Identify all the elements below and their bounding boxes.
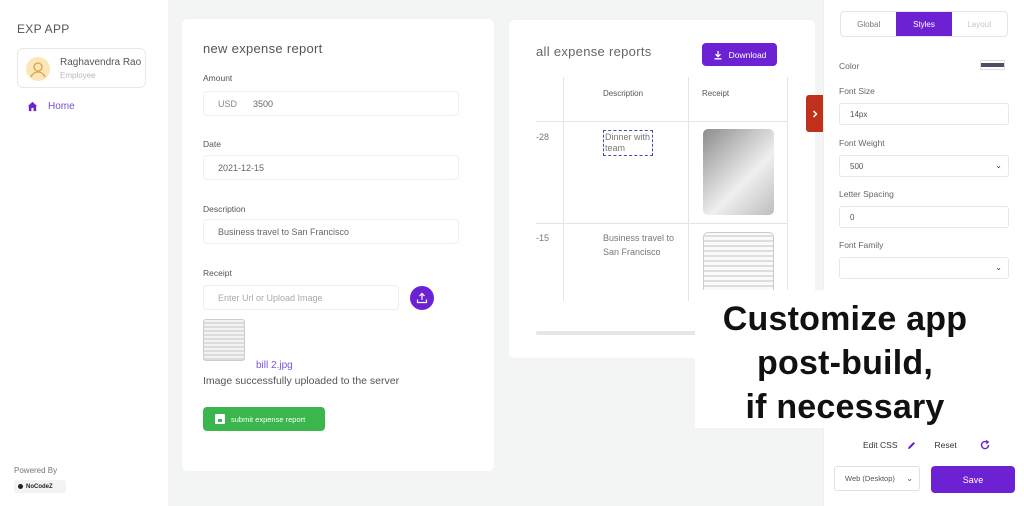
sidebar-item-home[interactable]: Home: [27, 101, 75, 112]
submit-expense-button[interactable]: submit expense report: [203, 407, 325, 431]
sidebar-item-label: Home: [48, 101, 75, 112]
letter-spacing-label: Letter Spacing: [839, 189, 894, 199]
caption-text: Customize app post-build, if necessary: [695, 297, 995, 429]
upload-icon: [416, 292, 428, 304]
font-size-label: Font Size: [839, 86, 875, 96]
receipt-image[interactable]: [703, 129, 774, 215]
color-swatch[interactable]: [980, 60, 1005, 70]
brand-name: NoCodeZ: [26, 483, 53, 490]
table-cell-description-selected[interactable]: Dinner with team: [603, 130, 653, 156]
receipt-image[interactable]: [703, 232, 774, 292]
avatar: [26, 57, 50, 81]
font-weight-label: Font Weight: [839, 138, 885, 148]
sidebar: EXP APP Raghavendra Rao Employee Home Po…: [0, 0, 168, 506]
amount-label: Amount: [203, 73, 233, 83]
user-role: Employee: [60, 71, 96, 80]
description-field[interactable]: Business travel to San Francisco: [203, 219, 459, 244]
row-divider: [536, 223, 788, 224]
amount-value: 3500: [253, 98, 274, 109]
brand-badge[interactable]: NoCodeZ: [14, 480, 66, 493]
description-label: Description: [203, 204, 246, 214]
user-icon: [30, 62, 46, 78]
row-divider: [536, 121, 788, 122]
font-family-label: Font Family: [839, 240, 884, 250]
caption-line: if necessary: [745, 388, 945, 426]
receipt-url-input[interactable]: Enter Url or Upload Image: [203, 285, 399, 310]
currency-label: USD: [218, 98, 238, 109]
home-icon: [27, 101, 38, 112]
date-label: Date: [203, 139, 221, 149]
platform-select[interactable]: Web (Desktop) ⌄: [834, 466, 920, 491]
reset-icon[interactable]: [979, 439, 991, 451]
column-divider: [787, 77, 788, 301]
reports-title: all expense reports: [536, 44, 652, 59]
pencil-icon[interactable]: [906, 440, 917, 451]
tab-global[interactable]: Global: [841, 12, 896, 36]
letter-spacing-value: 0: [850, 212, 855, 222]
save-icon: [215, 414, 225, 424]
panel-tabs: Global Styles Layout: [840, 11, 1008, 37]
brand-logo-icon: [18, 484, 23, 489]
date-value: 2021-12-15: [218, 162, 265, 173]
new-expense-form: new expense report Amount USD 3500 Date …: [182, 19, 494, 471]
table-cell-description: Business travel to San Francisco: [603, 233, 675, 257]
letter-spacing-input[interactable]: 0: [839, 206, 1009, 228]
style-editor-panel: Global Styles Layout Color Font Size 14p…: [823, 0, 1024, 506]
chevron-down-icon: ⌄: [906, 474, 913, 483]
column-header-description[interactable]: Description: [603, 89, 643, 98]
font-size-value: 14px: [850, 109, 868, 119]
user-card[interactable]: Raghavendra Rao Employee: [17, 48, 146, 88]
description-value: Business travel to San Francisco: [218, 226, 350, 237]
user-name: Raghavendra Rao: [60, 57, 142, 68]
upload-status-message: Image successfully uploaded to the serve…: [203, 375, 400, 387]
amount-field[interactable]: USD 3500: [203, 91, 459, 116]
chevron-down-icon: ⌄: [995, 161, 1002, 170]
save-button[interactable]: Save: [931, 466, 1015, 493]
column-header-receipt[interactable]: Receipt: [702, 89, 729, 98]
app-title: EXP APP: [17, 22, 70, 36]
tab-layout[interactable]: Layout: [952, 12, 1007, 36]
color-swatch-fill: [981, 63, 1004, 67]
receipt-label: Receipt: [203, 268, 232, 278]
caption-overlay: Customize app post-build, if necessary: [695, 290, 995, 428]
receipt-placeholder: Enter Url or Upload Image: [218, 292, 323, 303]
receipt-thumbnail: [203, 319, 245, 361]
uploaded-file-name[interactable]: bill 2.jpg: [256, 360, 293, 371]
upload-button[interactable]: [410, 286, 434, 310]
powered-by-label: Powered By: [14, 466, 58, 475]
table-cell-date: -15: [536, 233, 550, 243]
reset-button[interactable]: Reset: [935, 440, 957, 450]
font-weight-value: 500: [850, 161, 864, 171]
color-label: Color: [839, 61, 860, 71]
table-cell-date: -28: [536, 132, 550, 142]
css-actions: Edit CSS Reset: [863, 439, 991, 451]
font-size-input[interactable]: 14px: [839, 103, 1009, 125]
download-button[interactable]: Download: [702, 43, 777, 66]
caption-line: Customize app: [722, 300, 968, 338]
font-weight-select[interactable]: 500 ⌄: [839, 155, 1009, 177]
column-divider: [563, 77, 564, 301]
edit-css-button[interactable]: Edit CSS: [863, 440, 898, 450]
platform-value: Web (Desktop): [845, 474, 895, 483]
download-label: Download: [728, 49, 767, 60]
form-title: new expense report: [203, 41, 323, 56]
font-family-select[interactable]: ⌄: [839, 257, 1009, 279]
tab-styles[interactable]: Styles: [896, 12, 952, 36]
chevron-right-icon: [812, 109, 818, 118]
download-icon: [714, 50, 722, 59]
chevron-down-icon: ⌄: [995, 263, 1002, 272]
submit-label: submit expense report: [231, 414, 306, 424]
column-divider: [688, 77, 689, 301]
caption-line: post-build,: [757, 344, 933, 382]
collapse-panel-toggle[interactable]: [806, 95, 823, 132]
date-field[interactable]: 2021-12-15: [203, 155, 459, 180]
